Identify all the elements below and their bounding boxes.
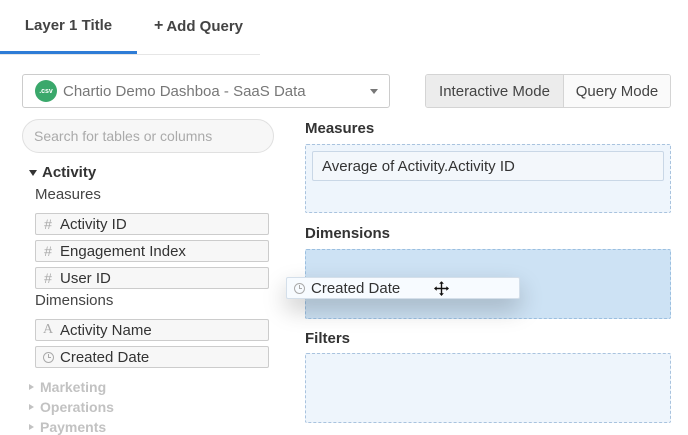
dimensions-heading: Dimensions bbox=[305, 225, 391, 242]
chevron-down-icon bbox=[370, 89, 378, 94]
add-query-button[interactable]: + Add Query bbox=[154, 0, 243, 52]
tree-group-marketing[interactable]: Marketing bbox=[29, 379, 106, 395]
tree-measures-heading: Measures bbox=[35, 186, 101, 203]
mode-toggle: Interactive Mode Query Mode bbox=[425, 74, 671, 108]
search-input[interactable] bbox=[22, 119, 274, 153]
field-label: Engagement Index bbox=[60, 242, 186, 260]
clock-icon bbox=[38, 351, 58, 363]
filters-heading: Filters bbox=[305, 330, 351, 347]
hash-icon: # bbox=[44, 270, 52, 286]
caret-right-icon bbox=[29, 404, 34, 410]
plus-icon: + bbox=[154, 17, 164, 34]
dragged-field-created-date[interactable]: Created Date bbox=[286, 277, 520, 299]
tree-group-activity[interactable]: Activity bbox=[29, 164, 96, 181]
measures-heading: Measures bbox=[305, 120, 375, 137]
clock-icon bbox=[289, 282, 309, 294]
field-label: Created Date bbox=[60, 348, 150, 366]
caret-down-icon bbox=[29, 169, 37, 176]
filters-dropzone[interactable] bbox=[305, 353, 671, 423]
dragged-field-label: Created Date bbox=[311, 279, 401, 297]
field-activity-name[interactable]: A Activity Name bbox=[35, 319, 269, 341]
interactive-mode-button[interactable]: Interactive Mode bbox=[426, 75, 564, 107]
hash-icon: # bbox=[44, 216, 52, 232]
field-engagement-index[interactable]: # Engagement Index bbox=[35, 240, 269, 262]
tree-group-label: Marketing bbox=[40, 379, 107, 395]
csv-icon: .csv bbox=[35, 80, 57, 102]
tree-group-payments[interactable]: Payments bbox=[29, 419, 106, 435]
add-query-label: Add Query bbox=[166, 17, 244, 35]
field-label: Activity Name bbox=[60, 321, 152, 339]
field-created-date[interactable]: Created Date bbox=[35, 346, 269, 368]
field-label: Activity ID bbox=[60, 215, 127, 233]
datasource-selected-value: Chartio Demo Dashboa - SaaS Data bbox=[63, 82, 306, 100]
tree-group-label: Activity bbox=[42, 164, 97, 181]
tree-dimensions-heading: Dimensions bbox=[35, 292, 114, 309]
query-mode-button[interactable]: Query Mode bbox=[564, 75, 670, 107]
datasource-select[interactable]: .csv Chartio Demo Dashboa - SaaS Data bbox=[22, 74, 390, 108]
move-cursor-icon bbox=[433, 280, 450, 297]
hash-icon: # bbox=[44, 243, 52, 259]
field-user-id[interactable]: # User ID bbox=[35, 267, 269, 289]
query-tabs: Layer 1 Title + Add Query bbox=[0, 0, 260, 55]
tab-layer-1-label: Layer 1 Title bbox=[24, 17, 113, 34]
field-label: User ID bbox=[60, 269, 111, 287]
measure-pill-label: Average of Activity.Activity ID bbox=[322, 157, 515, 175]
tab-layer-1[interactable]: Layer 1 Title bbox=[0, 0, 137, 54]
measure-pill[interactable]: Average of Activity.Activity ID bbox=[312, 151, 664, 181]
caret-right-icon bbox=[29, 384, 34, 390]
caret-right-icon bbox=[29, 424, 34, 430]
tree-group-operations[interactable]: Operations bbox=[29, 399, 114, 415]
text-type-icon: A bbox=[42, 322, 54, 337]
tree-group-label: Payments bbox=[40, 419, 107, 435]
field-activity-id[interactable]: # Activity ID bbox=[35, 213, 269, 235]
measures-dropzone[interactable]: Average of Activity.Activity ID bbox=[305, 144, 671, 213]
tree-group-label: Operations bbox=[40, 399, 114, 415]
